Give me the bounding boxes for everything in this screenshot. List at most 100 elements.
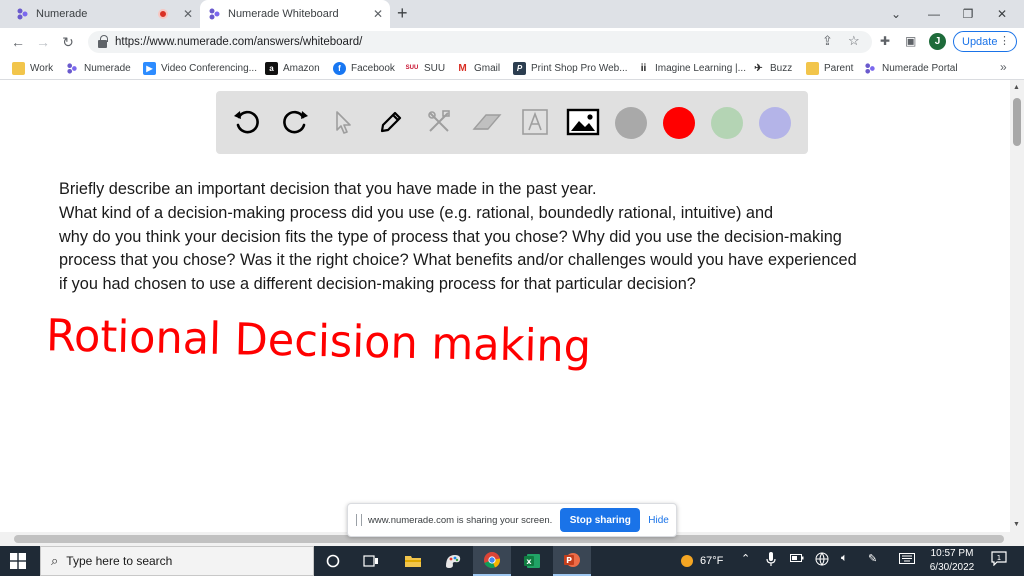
forward-button[interactable]: → [33, 32, 53, 52]
search-icon: ⌕ [51, 553, 59, 568]
color-swatch-purple[interactable] [759, 107, 791, 139]
bookmark-buzz[interactable]: ✈ Buzz [752, 60, 792, 76]
buzz-icon: ✈ [754, 62, 763, 74]
weather-icon[interactable] [680, 554, 694, 571]
tab-numerade[interactable]: Numerade ✕ [8, 0, 200, 28]
bookmark-numerade-portal[interactable]: Numerade Portal [864, 60, 958, 76]
tab-title: Numerade Whiteboard [228, 8, 339, 20]
new-tab-button[interactable]: + [397, 3, 408, 24]
close-icon[interactable]: ✕ [180, 7, 196, 21]
image-icon[interactable] [566, 105, 600, 139]
reload-button[interactable]: ↻ [58, 32, 78, 52]
tab-strip: Numerade ✕ Numerade Whiteboard ✕ + ⌄ — ❐… [0, 0, 1024, 28]
recording-icon [158, 9, 168, 19]
question-line: process that you chose? Was it the right… [59, 251, 857, 270]
bookmark-label: Work [30, 62, 54, 74]
numerade-icon [66, 62, 79, 75]
bookmark-parent[interactable]: Parent [806, 60, 853, 76]
bookmark-suu[interactable]: SUU SUU [405, 60, 445, 76]
taskbar-search[interactable]: ⌕ Type here to search [40, 546, 314, 576]
battery-icon[interactable] [790, 553, 804, 566]
bookmark-video-conferencing[interactable]: ▶ Video Conferencing... [143, 60, 257, 76]
share-icon[interactable]: ⇪ [822, 33, 833, 49]
bookmark-gmail[interactable]: M Gmail [456, 60, 500, 76]
taskbar-clock[interactable]: 10:57 PM 6/30/2022 [920, 547, 984, 575]
windows-start-icon[interactable] [10, 553, 26, 569]
cortana-icon[interactable] [314, 546, 352, 576]
scroll-up-icon[interactable]: ▲ [1013, 84, 1020, 91]
search-placeholder: Type here to search [66, 554, 173, 568]
tools-icon[interactable] [422, 105, 456, 139]
undo-icon[interactable] [230, 105, 264, 139]
handwritten-text: Rotional Decision making [46, 310, 592, 372]
pen-icon[interactable] [374, 105, 408, 139]
side-panel-icon[interactable]: ▣ [905, 34, 916, 48]
notification-count: 1 [997, 554, 1001, 562]
question-text: Briefly describe an important decision t… [59, 178, 959, 297]
bookmark-numerade[interactable]: Numerade [66, 60, 131, 76]
tab-search-icon[interactable]: ⌄ [876, 0, 916, 28]
bookmark-star-icon[interactable]: ☆ [848, 33, 860, 49]
eraser-icon[interactable] [470, 105, 504, 139]
powerpoint-app-icon[interactable]: P [553, 546, 591, 576]
lock-icon [98, 34, 108, 48]
pen-workspace-icon[interactable]: ✎ [868, 552, 877, 565]
question-line: What kind of a decision-making process d… [59, 203, 774, 222]
update-button[interactable]: Update ⋮ [953, 31, 1017, 52]
bookmark-label: SUU [424, 62, 446, 74]
bookmark-amazon[interactable]: a Amazon [265, 60, 320, 76]
bookmark-label: Numerade Portal [882, 62, 958, 74]
drag-handle-icon[interactable] [356, 514, 362, 526]
extensions-icon[interactable]: ✚ [880, 34, 890, 48]
tab-title: Numerade [36, 8, 88, 20]
handwritten-note: Rotional Decision making [46, 310, 592, 372]
tab-numerade-whiteboard[interactable]: Numerade Whiteboard ✕ [200, 0, 390, 28]
bookmark-imagine-learning[interactable]: ii Imagine Learning |... [637, 60, 746, 76]
scroll-down-icon[interactable]: ▼ [1013, 521, 1020, 528]
clock-time: 10:57 PM [930, 548, 974, 559]
redo-icon[interactable] [278, 105, 312, 139]
numerade-icon [208, 7, 222, 21]
excel-app-icon[interactable]: x [513, 546, 551, 576]
bookmark-work[interactable]: Work [12, 60, 53, 76]
more-bookmarks-icon[interactable]: » [1000, 60, 1007, 74]
gmail-icon: M [458, 62, 467, 74]
task-view-icon[interactable] [352, 546, 390, 576]
menu-icon: ⋮ [999, 35, 1010, 47]
network-icon[interactable] [815, 552, 829, 569]
stop-sharing-button[interactable]: Stop sharing [560, 508, 641, 532]
bookmark-label: Facebook [351, 62, 395, 74]
weather-temperature[interactable]: 67°F [700, 555, 723, 567]
microphone-icon[interactable] [766, 551, 776, 570]
color-swatch-green[interactable] [711, 107, 743, 139]
chrome-app-icon[interactable] [473, 546, 511, 576]
bookmark-print-shop[interactable]: P Print Shop Pro Web... [513, 60, 628, 76]
hide-button[interactable]: Hide [648, 515, 669, 526]
color-swatch-gray[interactable] [615, 107, 647, 139]
profile-avatar[interactable]: J [929, 33, 946, 50]
close-icon[interactable]: ✕ [370, 7, 386, 21]
paint-app-icon[interactable] [434, 546, 472, 576]
amazon-icon: a [265, 61, 278, 75]
question-line: Briefly describe an important decision t… [59, 180, 597, 198]
scrollbar-thumb[interactable] [1013, 98, 1021, 146]
vertical-scrollbar[interactable]: ▲ ▼ [1010, 80, 1024, 532]
bookmark-label: Amazon [283, 62, 320, 74]
imagine-icon: ii [640, 62, 647, 74]
bookmarks-bar: Work Numerade ▶ Video Conferencing... a … [0, 56, 1024, 80]
screen-share-banner: www.numerade.com is sharing your screen.… [347, 503, 677, 537]
back-button[interactable]: ← [8, 32, 28, 52]
color-swatch-red[interactable] [663, 107, 695, 139]
volume-icon[interactable]: 🔈︎ [841, 552, 848, 565]
url-text: https://www.numerade.com/answers/whitebo… [115, 36, 363, 48]
update-label: Update [962, 35, 998, 48]
text-icon[interactable] [518, 105, 552, 139]
notification-icon[interactable]: 1 [991, 550, 1007, 569]
close-window-button[interactable]: ✕ [982, 0, 1022, 28]
pointer-icon[interactable] [326, 105, 360, 139]
tray-chevron-icon[interactable]: ⌃ [741, 552, 750, 565]
bookmark-facebook[interactable]: f Facebook [333, 60, 395, 76]
address-bar[interactable]: https://www.numerade.com/answers/whitebo… [88, 31, 872, 53]
file-explorer-icon[interactable] [394, 546, 432, 576]
keyboard-icon[interactable] [899, 553, 915, 567]
